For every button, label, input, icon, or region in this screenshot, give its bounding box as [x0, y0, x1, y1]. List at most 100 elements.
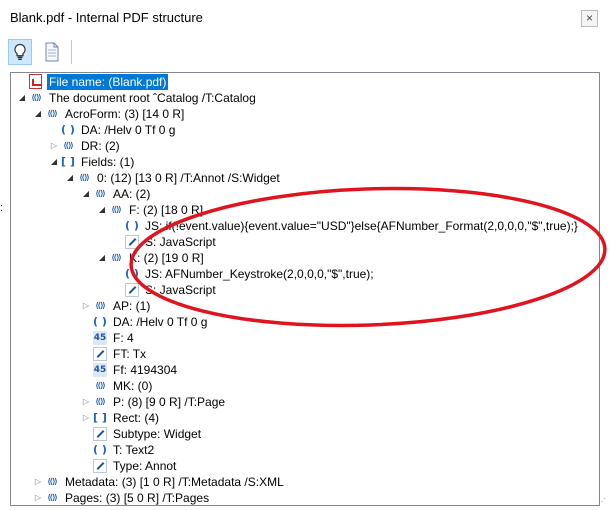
tree-row-label: T: Text2 — [113, 443, 155, 457]
lightbulb-icon — [14, 43, 26, 60]
expand-arrow-icon[interactable]: ◢ — [17, 90, 27, 106]
tree-row-label: JS: AFNumber_Keystroke(2,0,0,0,"$",true)… — [145, 267, 374, 281]
tree-row[interactable]: ( ) JS: if(!event.value){event.value="USD… — [11, 218, 599, 234]
array-icon: [ ] — [61, 155, 75, 168]
tree-row-label: MK: (0) — [113, 379, 153, 393]
string-icon: ( ) — [93, 443, 107, 456]
dictionary-icon: ⟪⟫ — [47, 493, 58, 502]
tree-row[interactable]: File name: (Blank.pdf) — [11, 74, 599, 90]
dictionary-icon: ⟪⟫ — [111, 253, 122, 262]
dictionary-icon: ⟪⟫ — [111, 205, 122, 214]
name-icon — [93, 347, 107, 361]
resize-grip[interactable]: ⋰ — [598, 497, 608, 507]
tree-row-label: DA: /Helv 0 Tf 0 g — [81, 123, 176, 137]
tree-row-label: F: (2) [18 0 R] — [129, 203, 204, 217]
title-bar: Blank.pdf - Internal PDF structure × — [0, 0, 610, 36]
name-icon — [93, 427, 107, 441]
dictionary-icon: ⟪⟫ — [95, 381, 106, 390]
tree-row[interactable]: ◢ ⟪⟫ F: (2) [18 0 R] — [11, 202, 599, 218]
tree-row[interactable]: ( ) DA: /Helv 0 Tf 0 g — [11, 122, 599, 138]
string-icon: ( ) — [125, 267, 139, 280]
expand-arrow-icon[interactable]: ◢ — [33, 106, 43, 122]
tree-row[interactable]: 45 F: 4 — [11, 330, 599, 346]
string-icon: ( ) — [93, 315, 107, 328]
dictionary-icon: ⟪⟫ — [31, 93, 42, 102]
collapse-arrow-icon[interactable]: ▷ — [81, 410, 91, 426]
tree-row[interactable]: ◢ ⟪⟫ AA: (2) — [11, 186, 599, 202]
dictionary-icon: ⟪⟫ — [47, 109, 58, 118]
expand-arrow-icon[interactable]: ◢ — [49, 154, 59, 170]
tree-row-label: Ff: 4194304 — [113, 363, 178, 377]
tree-row-label: S: JavaScript — [145, 235, 216, 249]
tree-row-label: The document root ˆCatalog /T:Catalog — [49, 91, 256, 105]
bulb-button[interactable] — [8, 39, 32, 65]
expand-arrow-icon[interactable]: ◢ — [97, 250, 107, 266]
collapse-arrow-icon[interactable]: ▷ — [49, 138, 59, 154]
tree-row-label: F: 4 — [113, 331, 134, 345]
dictionary-icon: ⟪⟫ — [95, 189, 106, 198]
tree-row-label: JS: if(!event.value){event.value="USD"}e… — [145, 219, 578, 233]
collapse-arrow-icon[interactable]: ▷ — [33, 490, 43, 505]
window-edge-glyph: : — [0, 202, 4, 214]
close-button[interactable]: × — [581, 10, 598, 27]
number-icon: 45 — [93, 363, 107, 377]
tree-row-label: DR: (2) — [81, 139, 120, 153]
tree-row-label: S: JavaScript — [145, 283, 216, 297]
tree-row[interactable]: Type: Annot — [11, 458, 599, 474]
tree-row-label: AP: (1) — [113, 299, 151, 313]
array-icon: [ ] — [93, 411, 107, 424]
tree-row[interactable]: ◢ ⟪⟫ AcroForm: (3) [14 0 R] — [11, 106, 599, 122]
expand-arrow-icon[interactable]: ◢ — [81, 186, 91, 202]
tree-row-label: Metadata: (3) [1 0 R] /T:Metadata /S:XML — [65, 475, 284, 489]
toolbar-separator — [71, 40, 72, 64]
tree-row[interactable]: 45 Ff: 4194304 — [11, 362, 599, 378]
toolbar — [0, 36, 610, 68]
tree-row-label: File name: (Blank.pdf) — [47, 74, 169, 90]
tree-row[interactable]: ▷ ⟪⟫ P: (8) [9 0 R] /T:Page — [11, 394, 599, 410]
tree-row[interactable]: S: JavaScript — [11, 282, 599, 298]
tree-row[interactable]: ( ) T: Text2 — [11, 442, 599, 458]
tree-row-label: DA: /Helv 0 Tf 0 g — [113, 315, 208, 329]
tree-row-label: 0: (12) [13 0 R] /T:Annot /S:Widget — [97, 171, 280, 185]
string-icon: ( ) — [125, 219, 139, 232]
tree-row-label: AcroForm: (3) [14 0 R] — [65, 107, 185, 121]
tree-row[interactable]: ⟪⟫ MK: (0) — [11, 378, 599, 394]
tree-row[interactable]: ▷[ ] Rect: (4) — [11, 410, 599, 426]
tree-row[interactable]: Subtype: Widget — [11, 426, 599, 442]
tree-row[interactable]: ◢[ ] Fields: (1) — [11, 154, 599, 170]
dictionary-icon: ⟪⟫ — [47, 477, 58, 486]
tree-row[interactable]: ◢ ⟪⟫ K: (2) [19 0 R] — [11, 250, 599, 266]
tree-row[interactable]: ( ) DA: /Helv 0 Tf 0 g — [11, 314, 599, 330]
structure-tree[interactable]: File name: (Blank.pdf) ◢ ⟪⟫ The document ro… — [10, 72, 600, 506]
tree-row-label: Subtype: Widget — [113, 427, 202, 441]
tree-row[interactable]: FT: Tx — [11, 346, 599, 362]
tree-row[interactable]: ◢ ⟪⟫ 0: (12) [13 0 R] /T:Annot /S:Widget — [11, 170, 599, 186]
expand-arrow-icon[interactable]: ◢ — [65, 170, 75, 186]
tree-row-label: FT: Tx — [113, 347, 147, 361]
tree-row-label: K: (2) [19 0 R] — [129, 251, 204, 265]
name-icon — [125, 283, 139, 297]
pdf-icon — [29, 74, 42, 89]
collapse-arrow-icon[interactable]: ▷ — [81, 298, 91, 314]
tree-row[interactable]: ▷ ⟪⟫ Metadata: (3) [1 0 R] /T:Metadata /S:… — [11, 474, 599, 490]
name-icon — [93, 459, 107, 473]
tree-row-label: Pages: (3) [5 0 R] /T:Pages — [65, 491, 210, 505]
window-title: Blank.pdf - Internal PDF structure — [10, 10, 203, 25]
tree-row[interactable]: ◢ ⟪⟫ The document root ˆCatalog /T:Catalog — [11, 90, 599, 106]
dictionary-icon: ⟪⟫ — [63, 141, 74, 150]
tree-row-label: AA: (2) — [113, 187, 151, 201]
tree-row-label: Rect: (4) — [113, 411, 160, 425]
name-icon — [125, 235, 139, 249]
dictionary-icon: ⟪⟫ — [95, 301, 106, 310]
string-icon: ( ) — [61, 123, 75, 136]
collapse-arrow-icon[interactable]: ▷ — [81, 394, 91, 410]
expand-arrow-icon[interactable]: ◢ — [97, 202, 107, 218]
tree-row-label: P: (8) [9 0 R] /T:Page — [113, 395, 226, 409]
collapse-arrow-icon[interactable]: ▷ — [33, 474, 43, 490]
tree-row[interactable]: ▷ ⟪⟫ DR: (2) — [11, 138, 599, 154]
document-button[interactable] — [40, 39, 64, 65]
tree-row[interactable]: ( ) JS: AFNumber_Keystroke(2,0,0,0,"$",tr… — [11, 266, 599, 282]
tree-row[interactable]: S: JavaScript — [11, 234, 599, 250]
tree-row[interactable]: ▷ ⟪⟫ Pages: (3) [5 0 R] /T:Pages — [11, 490, 599, 505]
tree-row[interactable]: ▷ ⟪⟫ AP: (1) — [11, 298, 599, 314]
